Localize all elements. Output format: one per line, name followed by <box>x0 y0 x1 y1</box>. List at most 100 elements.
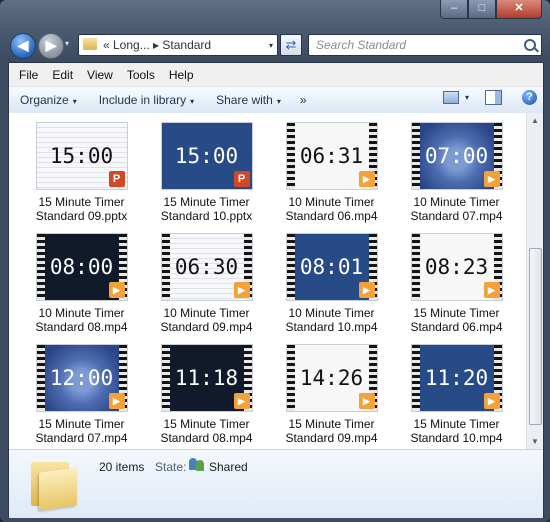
menu-bar: File Edit View Tools Help <box>9 63 543 87</box>
shared-users-icon <box>189 456 205 472</box>
close-button[interactable]: ✕ <box>496 0 542 19</box>
state-label: State: <box>155 460 187 474</box>
refresh-button[interactable]: ⇄ <box>280 34 302 56</box>
file-item[interactable]: 15:00 P 15 Minute Timer Standard 09.pptx <box>19 123 144 234</box>
file-item[interactable]: 14:26 ▶ 15 Minute Timer Standard 09.mp4 <box>269 345 394 449</box>
video-thumbnail[interactable]: 06:31 ▶ <box>286 123 377 189</box>
search-icon[interactable] <box>524 39 536 51</box>
powerpoint-icon: P <box>108 171 125 187</box>
video-thumbnail[interactable]: 06:30 ▶ <box>161 234 252 300</box>
share-with-label: Share with <box>216 93 273 107</box>
presentation-thumbnail[interactable]: 15:00 P <box>36 123 127 189</box>
search-input[interactable]: Search Standard <box>308 34 542 56</box>
video-thumbnail[interactable]: 07:00 ▶ <box>411 123 502 189</box>
file-item[interactable]: 12:00 ▶ 15 Minute Timer Standard 07.mp4 <box>19 345 144 449</box>
file-name[interactable]: 15 Minute Timer Standard 10.mp4 <box>394 417 519 445</box>
video-play-icon: ▶ <box>108 282 125 298</box>
video-thumbnail[interactable]: 08:00 ▶ <box>36 234 127 300</box>
video-play-icon: ▶ <box>358 393 375 409</box>
thumbnail-time-text: 15:00 <box>49 144 114 168</box>
file-grid: 15:00 P 15 Minute Timer Standard 09.pptx 15:… <box>19 123 519 449</box>
file-name-line1: 10 Minute Timer <box>288 195 375 209</box>
file-item[interactable]: 15:00 P 15 Minute Timer Standard 10.pptx <box>144 123 269 234</box>
address-bar[interactable]: « Long... ▸ Standard ▾ <box>78 34 278 56</box>
menu-help[interactable]: Help <box>162 68 201 82</box>
more-commands-button[interactable]: » <box>292 93 315 107</box>
state-value: Shared <box>209 460 248 474</box>
file-name-line1: 10 Minute Timer <box>163 306 250 320</box>
file-name-line2: Standard 08.mp4 <box>35 320 128 334</box>
file-name[interactable]: 15 Minute Timer Standard 09.pptx <box>19 195 144 223</box>
video-thumbnail[interactable]: 14:26 ▶ <box>286 345 377 411</box>
navigation-bar: ◀ ▶ ▾ « Long... ▸ Standard ▾ ⇄ Search St… <box>8 30 542 60</box>
address-dropdown-icon[interactable]: ▾ <box>269 41 273 50</box>
include-in-library-label: Include in library <box>98 93 187 107</box>
forward-button[interactable]: ▶ <box>38 33 64 59</box>
file-name[interactable]: 15 Minute Timer Standard 08.mp4 <box>144 417 269 445</box>
presentation-thumbnail[interactable]: 15:00 P <box>161 123 252 189</box>
maximize-button[interactable]: □ <box>468 0 496 19</box>
organize-button[interactable]: Organize ▾ <box>9 93 88 107</box>
view-options-caret-icon[interactable]: ▾ <box>465 93 469 102</box>
video-thumbnail[interactable]: 12:00 ▶ <box>36 345 127 411</box>
file-name-line1: 15 Minute Timer <box>413 306 500 320</box>
change-view-icon[interactable] <box>442 91 459 104</box>
file-item[interactable]: 11:20 ▶ 15 Minute Timer Standard 10.mp4 <box>394 345 519 449</box>
file-item[interactable]: 08:23 ▶ 15 Minute Timer Standard 06.mp4 <box>394 234 519 345</box>
file-name[interactable]: 15 Minute Timer Standard 07.mp4 <box>19 417 144 445</box>
file-item[interactable]: 11:18 ▶ 15 Minute Timer Standard 08.mp4 <box>144 345 269 449</box>
item-count: 20 items <box>99 460 145 474</box>
file-name-line1: 10 Minute Timer <box>413 195 500 209</box>
file-item[interactable]: 06:30 ▶ 10 Minute Timer Standard 09.mp4 <box>144 234 269 345</box>
video-play-icon: ▶ <box>483 393 500 409</box>
menu-edit[interactable]: Edit <box>45 68 80 82</box>
file-name-line1: 15 Minute Timer <box>288 417 375 431</box>
file-name[interactable]: 10 Minute Timer Standard 06.mp4 <box>269 195 394 223</box>
video-thumbnail[interactable]: 08:01 ▶ <box>286 234 377 300</box>
thumbnail-time-text: 14:26 <box>299 366 364 390</box>
file-item[interactable]: 08:00 ▶ 10 Minute Timer Standard 08.mp4 <box>19 234 144 345</box>
command-bar-right: ▾ ? <box>442 90 537 105</box>
video-play-icon: ▶ <box>233 282 250 298</box>
chevron-down-icon: ▾ <box>190 97 195 106</box>
video-play-icon: ▶ <box>358 282 375 298</box>
recent-pages-caret-icon[interactable]: ▾ <box>65 39 69 48</box>
details-pane: 20 items State: Shared <box>9 449 543 518</box>
powerpoint-icon: P <box>233 171 250 187</box>
include-in-library-button[interactable]: Include in library ▾ <box>88 93 205 107</box>
menu-tools[interactable]: Tools <box>120 68 162 82</box>
scroll-up-icon[interactable]: ▲ <box>527 113 543 128</box>
file-name[interactable]: 15 Minute Timer Standard 06.mp4 <box>394 306 519 334</box>
share-with-button[interactable]: Share with ▾ <box>205 93 292 107</box>
thumbnail-time-text: 06:30 <box>174 255 239 279</box>
video-play-icon: ▶ <box>358 171 375 187</box>
file-name-line1: 15 Minute Timer <box>413 417 500 431</box>
file-name-line2: Standard 10.mp4 <box>285 320 378 334</box>
file-item[interactable]: 07:00 ▶ 10 Minute Timer Standard 07.mp4 <box>394 123 519 234</box>
help-icon[interactable]: ? <box>522 90 537 105</box>
address-path[interactable]: « Long... ▸ Standard <box>103 38 211 52</box>
minimize-button[interactable]: – <box>440 0 468 19</box>
scroll-thumb[interactable] <box>529 248 542 425</box>
vertical-scrollbar[interactable]: ▲ ▼ <box>526 113 543 449</box>
file-name[interactable]: 10 Minute Timer Standard 08.mp4 <box>19 306 144 334</box>
file-name[interactable]: 10 Minute Timer Standard 10.mp4 <box>269 306 394 334</box>
thumbnail-time-text: 08:23 <box>424 255 489 279</box>
video-thumbnail[interactable]: 08:23 ▶ <box>411 234 502 300</box>
video-thumbnail[interactable]: 11:18 ▶ <box>161 345 252 411</box>
preview-pane-icon[interactable] <box>485 90 502 105</box>
explorer-client: File Edit View Tools Help Organize ▾ Incl… <box>8 62 544 518</box>
file-name-line1: 15 Minute Timer <box>38 195 125 209</box>
scroll-down-icon[interactable]: ▼ <box>527 434 543 449</box>
file-name[interactable]: 15 Minute Timer Standard 10.pptx <box>144 195 269 223</box>
explorer-window: – □ ✕ ◀ ▶ ▾ « Long... ▸ Standard ▾ ⇄ Sea… <box>0 0 550 522</box>
file-item[interactable]: 08:01 ▶ 10 Minute Timer Standard 10.mp4 <box>269 234 394 345</box>
file-item[interactable]: 06:31 ▶ 10 Minute Timer Standard 06.mp4 <box>269 123 394 234</box>
file-name[interactable]: 15 Minute Timer Standard 09.mp4 <box>269 417 394 445</box>
file-name[interactable]: 10 Minute Timer Standard 09.mp4 <box>144 306 269 334</box>
menu-view[interactable]: View <box>80 68 120 82</box>
video-thumbnail[interactable]: 11:20 ▶ <box>411 345 502 411</box>
file-name[interactable]: 10 Minute Timer Standard 07.mp4 <box>394 195 519 223</box>
menu-file[interactable]: File <box>12 68 45 82</box>
back-button[interactable]: ◀ <box>10 33 36 59</box>
